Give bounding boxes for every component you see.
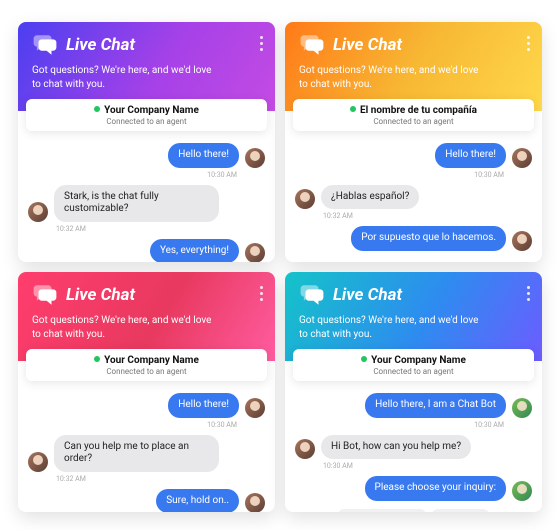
avatar[interactable] bbox=[295, 439, 315, 459]
message-row: Can you help me to place an order? bbox=[28, 435, 265, 472]
connection-status: Connected to an agent bbox=[297, 117, 530, 126]
message-bubble[interactable]: Please choose your inquiry: bbox=[365, 476, 506, 501]
chat-bubbles-icon bbox=[32, 282, 58, 308]
connection-status: Connected to an agent bbox=[30, 367, 263, 376]
avatar[interactable] bbox=[245, 493, 265, 512]
chat-subtitle: Got questions? We're here, and we'd love… bbox=[32, 64, 222, 91]
message-row: Stark, is the chat fully customizable? bbox=[28, 185, 265, 222]
message-row: Yes, everything! bbox=[28, 239, 265, 263]
chat-title: Live Chat bbox=[333, 35, 402, 55]
chat-widget: Live Chat Got questions? We're here, and… bbox=[285, 272, 542, 512]
kebab-menu-icon[interactable] bbox=[527, 36, 530, 51]
status-dot-icon bbox=[94, 106, 100, 112]
message-row: Please choose your inquiry: bbox=[295, 476, 532, 501]
avatar[interactable] bbox=[512, 231, 532, 251]
timestamp: 10:32 AM bbox=[28, 225, 265, 233]
chat-header: Live Chat Got questions? We're here, and… bbox=[18, 272, 275, 361]
chat-title: Live Chat bbox=[66, 35, 135, 55]
message-list: Hello there! 10:30 AM ¿Hablas español? 1… bbox=[285, 131, 542, 262]
chat-title: Live Chat bbox=[333, 285, 402, 305]
chat-header: Live Chat Got questions? We're here, and… bbox=[285, 272, 542, 361]
chat-subtitle: Got questions? We're here, and we'd love… bbox=[32, 314, 222, 341]
timestamp: 10:32 AM bbox=[28, 475, 265, 483]
message-row: Hello there! bbox=[295, 143, 532, 168]
kebab-menu-icon[interactable] bbox=[260, 286, 263, 301]
company-bar: Your Company Name Connected to an agent bbox=[26, 349, 267, 381]
timestamp: 10:32 AM bbox=[295, 212, 532, 220]
company-bar: El nombre de tu compañía Connected to an… bbox=[293, 99, 534, 131]
chat-bubbles-icon bbox=[299, 32, 325, 58]
message-row: Sure, hold on.. bbox=[28, 489, 265, 513]
avatar[interactable] bbox=[512, 148, 532, 168]
timestamp: 10:30 AM bbox=[295, 421, 532, 429]
quick-reply-button[interactable]: Setting up bbox=[432, 509, 488, 513]
chat-bubbles-icon bbox=[299, 282, 325, 308]
timestamp: 10:30 AM bbox=[28, 421, 265, 429]
chat-widget: Live Chat Got questions? We're here, and… bbox=[285, 22, 542, 262]
chat-title: Live Chat bbox=[66, 285, 135, 305]
message-bubble[interactable]: Hello there, I am a Chat Bot bbox=[365, 393, 506, 418]
message-bubble[interactable]: ¿Hablas español? bbox=[321, 185, 419, 210]
company-bar: Your Company Name Connected to an agent bbox=[26, 99, 267, 131]
timestamp: 10:30 AM bbox=[295, 171, 532, 179]
message-row: Hello there! bbox=[28, 143, 265, 168]
avatar[interactable] bbox=[512, 398, 532, 418]
avatar[interactable] bbox=[245, 148, 265, 168]
message-bubble[interactable]: Hello there! bbox=[435, 143, 506, 168]
message-row: Hello there! bbox=[28, 393, 265, 418]
message-bubble[interactable]: Hi Bot, how can you help me? bbox=[321, 435, 471, 460]
message-list: Hello there, I am a Chat Bot 10:30 AM Hi… bbox=[285, 381, 542, 512]
timestamp: 10:30 AM bbox=[295, 462, 532, 470]
message-row: Por supuesto que lo hacemos. bbox=[295, 226, 532, 251]
message-bubble[interactable]: Por supuesto que lo hacemos. bbox=[351, 226, 506, 251]
message-bubble[interactable]: Hello there! bbox=[168, 143, 239, 168]
company-name: Your Company Name bbox=[104, 355, 199, 366]
message-list: Hello there! 10:30 AM Stark, is the chat… bbox=[18, 131, 275, 262]
timestamp: 10:30 AM bbox=[28, 171, 265, 179]
quick-reply-row: Technical Support Setting up bbox=[295, 509, 532, 513]
chat-subtitle: Got questions? We're here, and we'd love… bbox=[299, 314, 489, 341]
kebab-menu-icon[interactable] bbox=[260, 36, 263, 51]
avatar[interactable] bbox=[28, 202, 48, 222]
quick-reply-button[interactable]: Technical Support bbox=[338, 509, 426, 513]
chat-widget-grid: Live Chat Got questions? We're here, and… bbox=[0, 0, 560, 512]
connection-status: Connected to an agent bbox=[297, 367, 530, 376]
message-bubble[interactable]: Hello there! bbox=[168, 393, 239, 418]
avatar[interactable] bbox=[295, 189, 315, 209]
chat-bubbles-icon bbox=[32, 32, 58, 58]
message-bubble[interactable]: Sure, hold on.. bbox=[156, 489, 239, 513]
company-bar: Your Company Name Connected to an agent bbox=[293, 349, 534, 381]
message-row: Hello there, I am a Chat Bot bbox=[295, 393, 532, 418]
kebab-menu-icon[interactable] bbox=[527, 286, 530, 301]
company-name: Your Company Name bbox=[371, 355, 466, 366]
company-name: El nombre de tu compañía bbox=[360, 105, 477, 116]
chat-subtitle: Got questions? We're here, and we'd love… bbox=[299, 64, 489, 91]
avatar[interactable] bbox=[28, 452, 48, 472]
status-dot-icon bbox=[361, 356, 367, 362]
chat-widget: Live Chat Got questions? We're here, and… bbox=[18, 272, 275, 512]
message-row: Hi Bot, how can you help me? bbox=[295, 435, 532, 460]
message-row: ¿Hablas español? bbox=[295, 185, 532, 210]
avatar[interactable] bbox=[245, 243, 265, 262]
connection-status: Connected to an agent bbox=[30, 117, 263, 126]
avatar[interactable] bbox=[245, 398, 265, 418]
message-list: Hello there! 10:30 AM Can you help me to… bbox=[18, 381, 275, 512]
status-dot-icon bbox=[94, 356, 100, 362]
message-bubble[interactable]: Yes, everything! bbox=[150, 239, 239, 263]
avatar[interactable] bbox=[512, 481, 532, 501]
status-dot-icon bbox=[350, 106, 356, 112]
message-bubble[interactable]: Can you help me to place an order? bbox=[54, 435, 219, 472]
company-name: Your Company Name bbox=[104, 105, 199, 116]
chat-header: Live Chat Got questions? We're here, and… bbox=[18, 22, 275, 111]
chat-widget: Live Chat Got questions? We're here, and… bbox=[18, 22, 275, 262]
chat-header: Live Chat Got questions? We're here, and… bbox=[285, 22, 542, 111]
message-bubble[interactable]: Stark, is the chat fully customizable? bbox=[54, 185, 219, 222]
